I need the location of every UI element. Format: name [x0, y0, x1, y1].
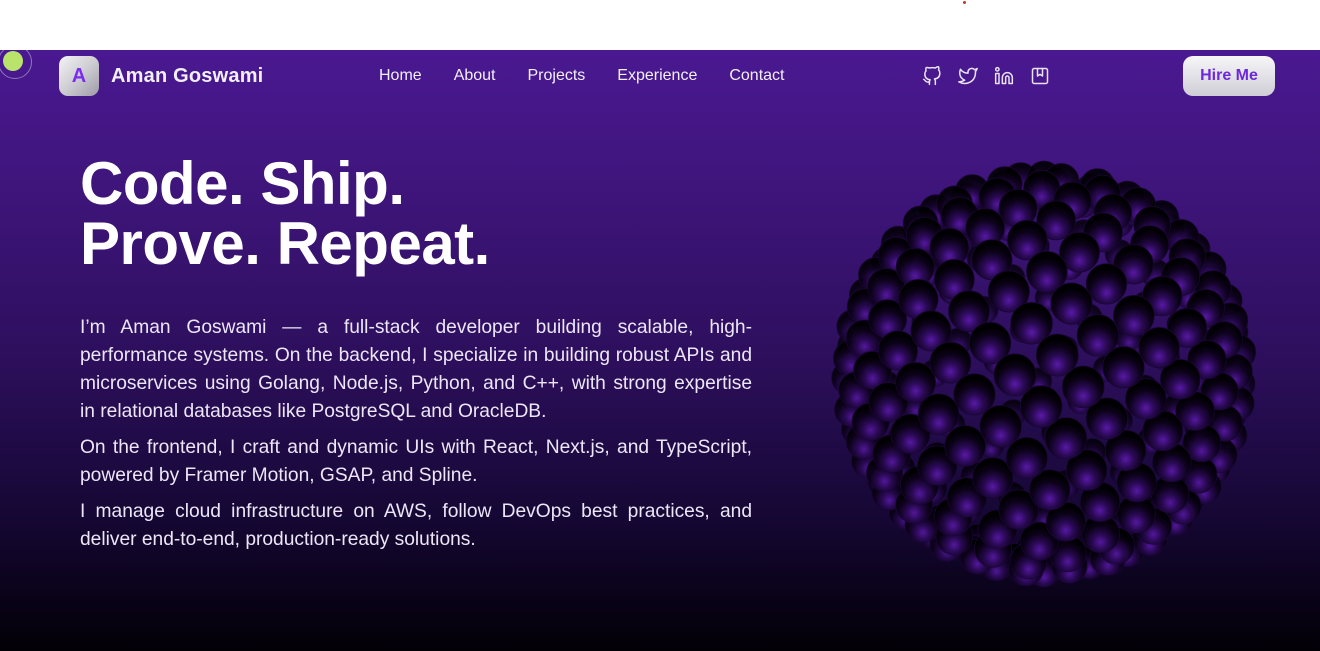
- headline-line-2: Prove. Repeat.: [80, 210, 490, 277]
- stray-dot: [963, 1, 966, 4]
- nav-link-contact[interactable]: Contact: [729, 67, 784, 85]
- sphere-ball: [1138, 326, 1180, 369]
- sphere-ball: [944, 425, 986, 467]
- nav-link-home[interactable]: Home: [379, 67, 422, 85]
- twitter-icon[interactable]: [958, 65, 978, 87]
- headline-line-1: Code. Ship.: [80, 150, 405, 217]
- sphere-ball: [917, 393, 960, 435]
- linkedin-icon[interactable]: [994, 65, 1014, 87]
- hero-headline: Code. Ship. Prove. Repeat.: [80, 154, 490, 274]
- social-links: [922, 65, 1050, 87]
- bio-paragraph-frontend: On the frontend, I craft and dynamic UIs…: [80, 437, 752, 486]
- hero-bio: I’m Aman Goswami — a full-stack develope…: [80, 314, 752, 562]
- sphere-ball: [1113, 294, 1155, 337]
- sphere-ball: [1076, 314, 1120, 357]
- bio-paragraph-backend: I’m Aman Goswami — a full-stack develope…: [80, 317, 752, 422]
- nav-link-experience[interactable]: Experience: [617, 67, 697, 85]
- sphere-3d-illustration[interactable]: [828, 158, 1260, 590]
- github-icon[interactable]: [922, 65, 942, 87]
- navbar: A Aman Goswami Home About Projects Exper…: [0, 50, 1320, 102]
- brand-name[interactable]: Aman Goswami: [111, 65, 263, 88]
- logo-badge[interactable]: A: [59, 56, 99, 96]
- top-white-strip: [0, 0, 1320, 50]
- nav-link-projects[interactable]: Projects: [528, 67, 586, 85]
- nav-links: Home About Projects Experience Contact: [379, 67, 816, 85]
- bio-paragraph-cloud: I manage cloud infrastructure on AWS, fo…: [80, 501, 752, 550]
- sphere-ball: [993, 353, 1037, 397]
- sphere-ball: [979, 405, 1022, 448]
- nav-link-about[interactable]: About: [454, 67, 496, 85]
- book-icon[interactable]: [1030, 65, 1050, 87]
- sphere-ball: [1085, 263, 1128, 305]
- hero-section: A Aman Goswami Home About Projects Exper…: [0, 50, 1320, 651]
- sphere-ball: [1035, 333, 1079, 377]
- hire-me-button[interactable]: Hire Me: [1183, 56, 1275, 96]
